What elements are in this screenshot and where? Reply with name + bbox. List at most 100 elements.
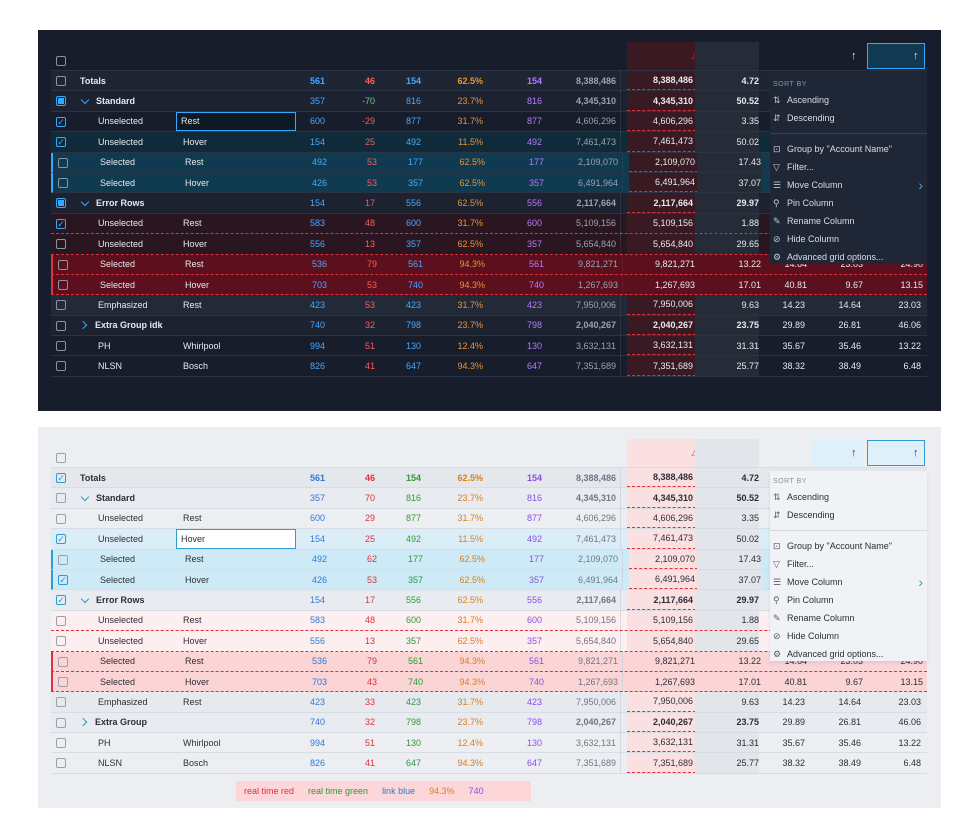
header-guidance[interactable]	[489, 42, 542, 70]
row-checkbox[interactable]	[56, 493, 66, 504]
table-row[interactable]: PH Whirlpool 994 51 130 12.4% 130 3,632,131 3,63…	[51, 733, 927, 754]
header-post-weight[interactable]	[765, 42, 805, 70]
cell-emph: 50.52	[695, 488, 759, 508]
select-all-checkbox[interactable]	[56, 56, 66, 66]
arrow-up-icon[interactable]: ↑	[913, 439, 923, 467]
cell-c3: 357	[407, 574, 423, 585]
menu-item-hide-column[interactable]: ⊘ Hide Column	[770, 230, 927, 248]
row-checkbox[interactable]: ✓	[56, 534, 66, 545]
header-emphasized[interactable]	[695, 439, 759, 467]
cell-est: 23.7%	[457, 493, 483, 504]
row-checkbox[interactable]	[56, 361, 66, 372]
chevron-right-icon[interactable]	[78, 321, 88, 330]
header-real[interactable]	[331, 42, 375, 70]
row-checkbox[interactable]	[58, 177, 68, 188]
row-checkbox[interactable]: ✓	[56, 137, 66, 148]
arrow-up-icon[interactable]: ↑	[913, 42, 923, 70]
chevron-down-icon[interactable]	[80, 492, 90, 501]
row-checkbox[interactable]	[56, 636, 66, 647]
header-link[interactable]	[283, 439, 325, 467]
header-selection[interactable]	[80, 42, 166, 70]
header-estimate[interactable]	[427, 439, 483, 467]
row-checkbox[interactable]	[56, 341, 66, 352]
menu-item-advanced-grid-options-[interactable]: ⚙ Advanced grid options...	[770, 248, 927, 266]
menu-item-advanced-grid-options-[interactable]: ⚙ Advanced grid options...	[770, 645, 927, 663]
header-error[interactable]	[627, 42, 701, 70]
row-checkbox[interactable]	[56, 300, 66, 311]
row-checkbox[interactable]	[56, 96, 66, 107]
menu-item-rename-column[interactable]: ✎ Rename Column	[770, 609, 927, 627]
table-row[interactable]: PH Whirlpool 994 51 130 12.4% 130 3,632,131 3,63…	[51, 336, 927, 357]
table-row[interactable]: Selected Hover 703 53 740 94.3% 740 1,267,693 1,…	[51, 274, 927, 296]
row-checkbox[interactable]	[58, 279, 68, 290]
menu-item-descending[interactable]: ⇵ Descending	[770, 506, 927, 524]
header-guidance[interactable]	[489, 439, 542, 467]
chevron-down-icon[interactable]	[80, 594, 90, 603]
cell-guid: 492	[526, 533, 542, 544]
row-checkbox[interactable]	[56, 615, 66, 626]
menu-item-group-by-account-name-[interactable]: ⊡ Group by "Account Name"	[770, 537, 927, 555]
chevron-right-icon[interactable]	[78, 718, 88, 727]
row-checkbox[interactable]	[58, 157, 68, 168]
chevron-down-icon[interactable]	[80, 197, 90, 206]
menu-item-pin-column[interactable]: ⚲ Pin Column	[770, 591, 927, 609]
header-link[interactable]	[283, 42, 325, 70]
menu-item-group-by-account-name-[interactable]: ⊡ Group by "Account Name"	[770, 140, 927, 158]
state-edit-input[interactable]: Hover	[176, 529, 296, 549]
row-checkbox[interactable]	[56, 738, 66, 749]
row-checkbox[interactable]	[58, 259, 68, 270]
table-row[interactable]: NLSN Bosch 826 41 647 94.3% 647 7,351,689 7,351,…	[51, 356, 927, 377]
table-row[interactable]: Emphasized Rest 423 33 423 31.7% 423 7,950,006 7…	[51, 692, 927, 713]
arrow-up-icon[interactable]: ↑	[851, 439, 861, 467]
menu-item-hide-column[interactable]: ⊘ Hide Column	[770, 627, 927, 645]
menu-item-move-column[interactable]: ☰ Move Column ›	[770, 176, 927, 194]
header-time[interactable]	[381, 42, 421, 70]
header-error[interactable]	[627, 439, 701, 467]
row-checkbox[interactable]	[56, 239, 66, 250]
row-checkbox[interactable]	[58, 656, 68, 667]
row-checkbox[interactable]: ✓	[56, 595, 66, 606]
header-editable[interactable]	[548, 439, 621, 467]
arrow-up-icon[interactable]: ↑	[851, 42, 861, 70]
group-row[interactable]: Extra Group 740 32 798 23.7% 798 2,040,267 2,04…	[51, 712, 927, 734]
table-row[interactable]: Selected Hover 703 43 740 94.3% 740 1,267,693 1,…	[51, 671, 927, 693]
menu-item-pin-column[interactable]: ⚲ Pin Column	[770, 194, 927, 212]
row-checkbox[interactable]	[56, 76, 66, 86]
header-red[interactable]	[331, 439, 375, 467]
header-post-weight[interactable]	[765, 439, 805, 467]
row-checkbox[interactable]: ✓	[56, 116, 66, 127]
table-row[interactable]: Emphasized Rest 423 53 423 31.7% 423 7,950,006 7…	[51, 295, 927, 316]
row-checkbox[interactable]	[56, 697, 66, 708]
row-checkbox[interactable]	[58, 676, 68, 687]
select-all-checkbox[interactable]	[56, 453, 66, 463]
state-edit-input[interactable]: Rest	[176, 111, 296, 132]
row-checkbox[interactable]	[56, 198, 66, 209]
row-checkbox[interactable]	[56, 513, 66, 524]
row-checkbox[interactable]	[56, 320, 66, 331]
row-checkbox[interactable]	[58, 554, 68, 565]
header-estimate[interactable]	[427, 42, 483, 70]
row-checkbox[interactable]: ✓	[56, 473, 66, 483]
table-row[interactable]: NLSN Bosch 826 41 647 94.3% 647 7,351,689 7,351,…	[51, 753, 927, 774]
chevron-down-icon[interactable]	[80, 95, 90, 104]
header-state[interactable]	[170, 439, 270, 467]
menu-item-move-column[interactable]: ☰ Move Column ›	[770, 573, 927, 591]
header-selection[interactable]	[80, 439, 166, 467]
header-emphasized[interactable]	[695, 42, 759, 70]
row-checkbox[interactable]	[56, 717, 66, 728]
menu-item-rename-column[interactable]: ✎ Rename Column	[770, 212, 927, 230]
header-state[interactable]	[170, 42, 270, 70]
header-editable[interactable]	[548, 42, 621, 70]
menu-item-ascending[interactable]: ⇅ Ascending	[770, 91, 927, 109]
group-row[interactable]: Extra Group idk 740 32 798 23.7% 798 2,040,267…	[51, 315, 927, 337]
header-green[interactable]	[381, 439, 421, 467]
menu-item-descending[interactable]: ⇵ Descending	[770, 109, 927, 127]
menu-item-filter-[interactable]: ▽ Filter...	[770, 555, 927, 573]
light-theme-grid-panel: ⚠↑↑✓Totals5614615462.5%1548,388,4868,388…	[38, 427, 941, 808]
cell-sel: PH	[98, 340, 111, 351]
row-checkbox[interactable]: ✓	[58, 574, 68, 585]
menu-item-filter-[interactable]: ▽ Filter...	[770, 158, 927, 176]
row-checkbox[interactable]: ✓	[56, 218, 66, 229]
row-checkbox[interactable]	[56, 758, 66, 769]
menu-item-ascending[interactable]: ⇅ Ascending	[770, 488, 927, 506]
